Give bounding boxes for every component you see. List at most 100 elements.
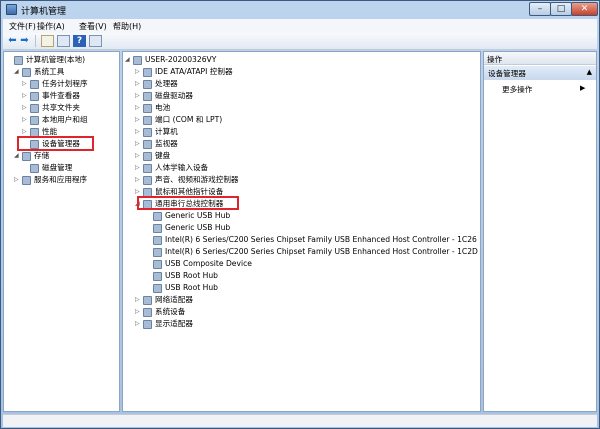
console-tree-item[interactable]: ▷ 事件查看器 xyxy=(22,90,80,102)
expand-arrow-icon[interactable]: ▷ xyxy=(135,126,143,138)
show-hide-tree-icon[interactable] xyxy=(57,35,70,47)
computer-management-window: 计算机管理 – □ ✕ 文件(F) 操作(A) 查看(V) 帮助(H) ⬅ ➡ … xyxy=(0,0,600,429)
tree-node-icon xyxy=(30,91,39,101)
device-tree-label: 处理器 xyxy=(155,79,178,88)
device-tree-item[interactable]: USB Root Hub xyxy=(145,282,218,294)
device-tree-item[interactable]: ▷ 显示适配器 xyxy=(135,318,193,330)
actions-section-device-manager[interactable]: 设备管理器 ▲ xyxy=(484,66,596,80)
tree-node-icon xyxy=(30,115,39,125)
tree-node-icon xyxy=(22,151,31,161)
console-tree-item[interactable]: ▷ 本地用户和组 xyxy=(22,114,88,126)
expand-arrow-icon[interactable]: ▷ xyxy=(135,294,143,306)
device-category-icon xyxy=(143,103,152,113)
expand-arrow-icon[interactable]: ▷ xyxy=(135,174,143,186)
actions-header: 操作 xyxy=(484,52,596,65)
device-category-icon xyxy=(143,79,152,89)
usb-device-icon xyxy=(153,211,162,221)
expand-arrow-icon[interactable]: ▷ xyxy=(135,162,143,174)
expand-arrow-icon[interactable]: ▷ xyxy=(22,102,30,114)
device-tree-label: Generic USB Hub xyxy=(165,223,231,232)
device-tree-label: 磁盘驱动器 xyxy=(155,91,193,100)
menu-help[interactable]: 帮助(H) xyxy=(113,21,141,32)
console-tree-item[interactable]: ◢ 存储 xyxy=(14,150,49,162)
device-tree-label: 系统设备 xyxy=(155,307,186,316)
properties-icon[interactable] xyxy=(89,35,102,47)
collapse-up-icon[interactable]: ▲ xyxy=(587,68,592,76)
expand-arrow-icon[interactable]: ▷ xyxy=(135,66,143,78)
console-tree-item[interactable]: ▷ 任务计划程序 xyxy=(22,78,88,90)
status-bar xyxy=(3,414,597,427)
device-tree-item[interactable]: Intel(R) 6 Series/C200 Series Chipset Fa… xyxy=(145,234,477,246)
maximize-button[interactable]: □ xyxy=(550,2,572,16)
menu-file[interactable]: 文件(F) xyxy=(9,21,36,32)
device-tree-item[interactable]: ▷ 端口 (COM 和 LPT) xyxy=(135,114,222,126)
console-tree-label: 性能 xyxy=(42,127,58,136)
device-tree-item[interactable]: ▷ IDE ATA/ATAPI 控制器 xyxy=(135,66,233,78)
menu-action[interactable]: 操作(A) xyxy=(37,21,65,32)
console-tree-label: 存储 xyxy=(34,151,50,160)
more-actions-item[interactable]: 更多操作 ▶ xyxy=(502,84,585,95)
more-actions-label: 更多操作 xyxy=(502,85,533,94)
console-tree-label: 共享文件夹 xyxy=(42,103,80,112)
highlight-device-manager xyxy=(17,136,94,151)
computer-icon xyxy=(133,55,142,65)
device-category-icon xyxy=(143,67,152,77)
expand-arrow-icon[interactable]: ▷ xyxy=(14,174,22,186)
device-tree-item[interactable]: ▷ 处理器 xyxy=(135,78,178,90)
device-tree-item[interactable]: ▷ 声音、视频和游戏控制器 xyxy=(135,174,239,186)
device-tree-item[interactable]: Intel(R) 6 Series/C200 Series Chipset Fa… xyxy=(145,246,478,258)
console-tree-item[interactable]: 磁盘管理 xyxy=(22,162,72,174)
expand-arrow-icon[interactable]: ▷ xyxy=(22,114,30,126)
device-tree-item[interactable]: ▷ 计算机 xyxy=(135,126,178,138)
device-tree-item[interactable]: Generic USB Hub xyxy=(145,222,230,234)
device-tree-item[interactable]: ▷ 监视器 xyxy=(135,138,178,150)
console-tree-item[interactable]: 计算机管理(本地) xyxy=(6,54,85,66)
device-tree-item[interactable]: Generic USB Hub xyxy=(145,210,230,222)
actions-section-label: 设备管理器 xyxy=(488,69,526,78)
expand-arrow-icon[interactable]: ▷ xyxy=(22,90,30,102)
expand-arrow-icon[interactable]: ▷ xyxy=(135,114,143,126)
tree-node-icon xyxy=(22,67,31,77)
collapse-arrow-icon[interactable]: ◢ xyxy=(14,150,22,162)
device-tree-item[interactable]: USB Composite Device xyxy=(145,258,252,270)
device-tree-item[interactable]: ▷ 键盘 xyxy=(135,150,170,162)
device-tree-label: Intel(R) 6 Series/C200 Series Chipset Fa… xyxy=(165,235,477,244)
forward-arrow-icon[interactable]: ➡ xyxy=(18,35,31,47)
device-tree-label: Intel(R) 6 Series/C200 Series Chipset Fa… xyxy=(165,247,478,256)
device-tree-item[interactable]: ▷ 电池 xyxy=(135,102,170,114)
device-tree-label: 计算机 xyxy=(155,127,178,136)
console-tree-label: 服务和应用程序 xyxy=(34,175,88,184)
expand-arrow-icon[interactable]: ▷ xyxy=(135,102,143,114)
device-tree-root-item[interactable]: ◢ USER-20200326VY xyxy=(125,54,216,66)
expand-arrow-icon[interactable]: ▷ xyxy=(135,138,143,150)
expand-arrow-icon[interactable]: ▷ xyxy=(22,78,30,90)
up-folder-icon[interactable] xyxy=(41,35,54,47)
close-button[interactable]: ✕ xyxy=(571,2,598,16)
device-tree-label: Generic USB Hub xyxy=(165,211,231,220)
device-tree-item[interactable]: ▷ 人体学输入设备 xyxy=(135,162,208,174)
device-tree-label: 人体学输入设备 xyxy=(155,163,209,172)
help-icon[interactable]: ? xyxy=(73,35,86,47)
expand-arrow-icon[interactable]: ▷ xyxy=(135,90,143,102)
console-tree-item[interactable]: ◢ 系统工具 xyxy=(14,66,64,78)
device-tree-item[interactable]: ▷ 系统设备 xyxy=(135,306,185,318)
expand-arrow-icon[interactable]: ▷ xyxy=(135,78,143,90)
device-category-icon xyxy=(143,139,152,149)
collapse-arrow-icon[interactable]: ◢ xyxy=(14,66,22,78)
console-tree-item[interactable]: ▷ 服务和应用程序 xyxy=(14,174,87,186)
device-tree-item[interactable]: ▷ 磁盘驱动器 xyxy=(135,90,193,102)
usb-device-icon xyxy=(153,259,162,269)
minimize-button[interactable]: – xyxy=(529,2,551,16)
window-title: 计算机管理 xyxy=(21,7,67,17)
expand-arrow-icon[interactable]: ▷ xyxy=(135,306,143,318)
console-tree-item[interactable]: ▷ 共享文件夹 xyxy=(22,102,80,114)
device-tree-item[interactable]: USB Root Hub xyxy=(145,270,218,282)
collapse-arrow-icon[interactable]: ◢ xyxy=(125,54,133,66)
device-tree-label: 网络适配器 xyxy=(155,295,193,304)
device-category-icon xyxy=(143,91,152,101)
expand-arrow-icon[interactable]: ▷ xyxy=(135,150,143,162)
expand-arrow-icon[interactable]: ▷ xyxy=(135,318,143,330)
menu-view[interactable]: 查看(V) xyxy=(79,21,107,32)
device-category-icon xyxy=(143,307,152,317)
device-tree-item[interactable]: ▷ 网络适配器 xyxy=(135,294,193,306)
